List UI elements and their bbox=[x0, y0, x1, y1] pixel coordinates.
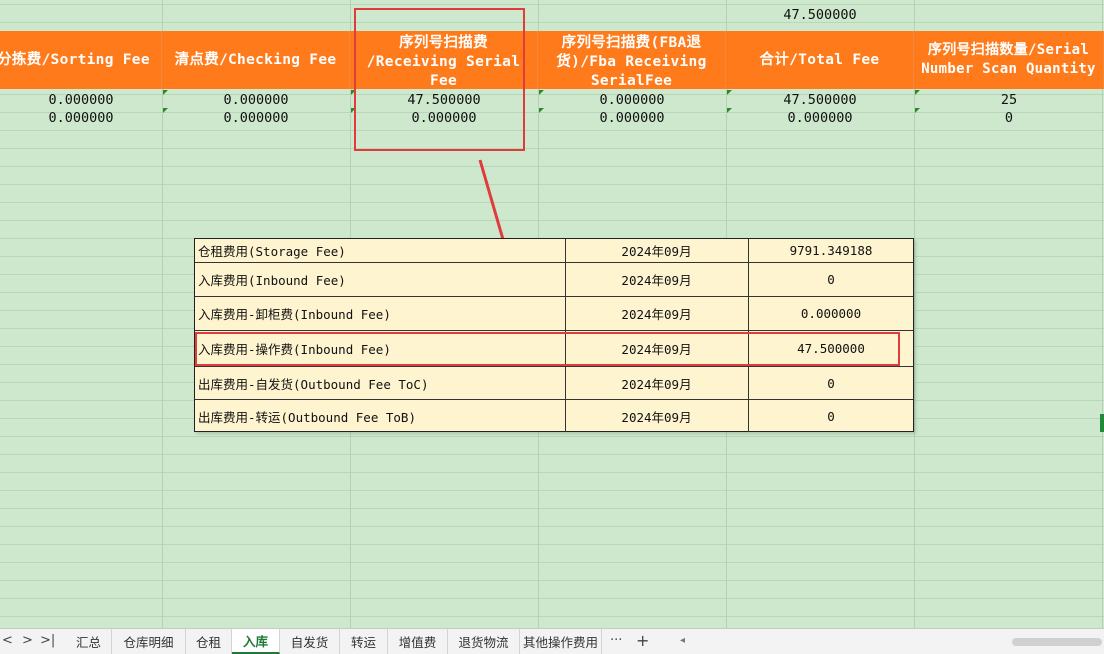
tab-value-added-fee[interactable]: 增值费 bbox=[388, 629, 448, 654]
header-total-fee[interactable]: 合计/Total Fee bbox=[726, 31, 914, 89]
next-sheet-icon[interactable]: > bbox=[22, 633, 33, 648]
fee-month: 2024年09月 bbox=[565, 400, 747, 432]
header-checking-fee[interactable]: 清点费/Checking Fee bbox=[162, 31, 350, 89]
cell-scan-quantity[interactable]: 0 bbox=[914, 110, 1104, 126]
error-indicator-icon bbox=[915, 108, 920, 113]
prev-sheet-icon[interactable]: < bbox=[2, 633, 13, 648]
cell-total-fee[interactable]: 0.000000 bbox=[726, 110, 914, 126]
fee-amount: 0 bbox=[748, 263, 913, 296]
cell-fba-serial-fee[interactable]: 0.000000 bbox=[538, 110, 726, 126]
fee-row: 入库费用(Inbound Fee) 2024年09月 0 bbox=[195, 263, 913, 297]
fee-row: 入库费用-卸柜费(Inbound Fee) 2024年09月 0.000000 bbox=[195, 297, 913, 331]
header-serial-scan-quantity[interactable]: 序列号扫描数量/Serial Number Scan Quantity bbox=[914, 31, 1104, 89]
fee-name: 入库费用-卸柜费(Inbound Fee) bbox=[198, 307, 391, 322]
highlight-box-receiving-serial-fee bbox=[354, 8, 525, 151]
fee-month: 2024年09月 bbox=[565, 367, 747, 399]
fee-month: 2024年09月 bbox=[565, 263, 747, 296]
fee-row: 仓租费用(Storage Fee) 2024年09月 9791.349188 bbox=[195, 239, 913, 263]
cell-checking-fee[interactable]: 0.000000 bbox=[162, 92, 350, 108]
error-indicator-icon bbox=[727, 108, 732, 113]
more-sheets-icon[interactable]: ··· bbox=[610, 633, 622, 648]
last-sheet-icon[interactable]: >| bbox=[40, 633, 55, 648]
table-row: 0.000000 0.000000 0.000000 0.000000 0.00… bbox=[0, 108, 1104, 127]
scroll-indicator-mark bbox=[1100, 414, 1104, 432]
error-indicator-icon bbox=[539, 90, 544, 95]
header-quantity-line2: Number Scan Quantity bbox=[921, 61, 1096, 77]
sheet-tab-bar: < > >| 汇总 仓库明细 仓租 入库 自发货 转运 增值费 退货物流 其他操… bbox=[0, 628, 1104, 654]
cell-sorting-fee[interactable]: 0.000000 bbox=[0, 110, 162, 126]
cell-scan-quantity[interactable]: 25 bbox=[914, 92, 1104, 108]
fee-name: 出库费用-转运(Outbound Fee ToB) bbox=[198, 409, 416, 425]
tab-transfer[interactable]: 转运 bbox=[340, 629, 388, 654]
fee-name: 仓租费用(Storage Fee) bbox=[198, 244, 346, 259]
header-checking-fee-text: 清点费/Checking Fee bbox=[174, 51, 337, 68]
fee-amount: 0.000000 bbox=[748, 297, 913, 330]
cell-sorting-fee[interactable]: 0.000000 bbox=[0, 92, 162, 108]
fee-name: 出库费用-自发货(Outbound Fee ToC) bbox=[198, 376, 429, 392]
scroll-left-icon[interactable]: ◂ bbox=[680, 635, 685, 646]
add-sheet-icon[interactable]: + bbox=[636, 631, 649, 650]
fee-month: 2024年09月 bbox=[565, 297, 747, 330]
error-indicator-icon bbox=[915, 90, 920, 95]
error-indicator-icon bbox=[539, 108, 544, 113]
fee-amount: 0 bbox=[748, 367, 913, 399]
header-quantity-line1: 序列号扫描数量/Serial bbox=[927, 42, 1090, 58]
cell-checking-fee[interactable]: 0.000000 bbox=[162, 110, 350, 126]
tab-return-logistics[interactable]: 退货物流 bbox=[448, 629, 520, 654]
cell-fba-serial-fee[interactable]: 0.000000 bbox=[538, 92, 726, 108]
tab-inbound[interactable]: 入库 bbox=[232, 629, 280, 654]
error-indicator-icon bbox=[163, 90, 168, 95]
error-indicator-icon bbox=[163, 108, 168, 113]
tab-warehouse-detail[interactable]: 仓库明细 bbox=[112, 629, 186, 654]
error-indicator-icon bbox=[727, 90, 732, 95]
tab-storage[interactable]: 仓租 bbox=[186, 629, 232, 654]
highlight-box-inbound-operation-fee bbox=[195, 332, 900, 366]
header-row: 分拣费/Sorting Fee 清点费/Checking Fee 序列号扫描费 … bbox=[0, 31, 1104, 89]
header-fba-fee-line2: 货)/Fba Receiving bbox=[556, 53, 707, 70]
fee-month: 2024年09月 bbox=[565, 239, 747, 262]
fee-amount: 9791.349188 bbox=[748, 239, 913, 262]
fee-name: 入库费用(Inbound Fee) bbox=[198, 273, 346, 288]
fee-row: 出库费用-转运(Outbound Fee ToB) 2024年09月 0 bbox=[195, 400, 913, 432]
header-sorting-fee[interactable]: 分拣费/Sorting Fee bbox=[0, 31, 162, 89]
header-total-fee-text: 合计/Total Fee bbox=[759, 51, 880, 68]
tab-summary[interactable]: 汇总 bbox=[66, 629, 112, 654]
cell-total-fee[interactable]: 47.500000 bbox=[726, 92, 914, 108]
header-sorting-fee-text: 分拣费/Sorting Fee bbox=[0, 51, 150, 68]
header-fba-receiving-serial-fee[interactable]: 序列号扫描费(FBA退 货)/Fba Receiving SerialFee bbox=[538, 31, 726, 89]
header-fba-fee-line3: SerialFee bbox=[590, 72, 673, 89]
total-top-cell[interactable]: 47.500000 bbox=[726, 7, 914, 23]
tab-other-operation-fees[interactable]: 其他操作费用 bbox=[520, 629, 602, 654]
fee-amount: 0 bbox=[748, 400, 913, 432]
tab-self-ship[interactable]: 自发货 bbox=[280, 629, 340, 654]
table-row: 0.000000 0.000000 47.500000 0.000000 47.… bbox=[0, 90, 1104, 109]
fee-row: 出库费用-自发货(Outbound Fee ToC) 2024年09月 0 bbox=[195, 367, 913, 400]
horizontal-scrollbar[interactable] bbox=[1012, 638, 1102, 646]
header-fba-fee-line1: 序列号扫描费(FBA退 bbox=[561, 34, 702, 51]
